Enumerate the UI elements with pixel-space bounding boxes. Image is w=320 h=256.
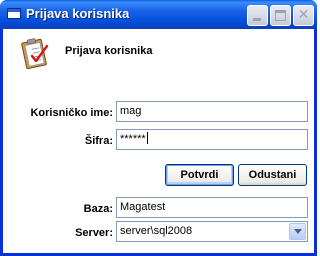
password-label: Šifra: <box>84 135 113 147</box>
database-label: Baza: <box>83 203 113 215</box>
minimize-icon <box>253 18 261 21</box>
dialog-body: Prijava korisnika Korisničko ime: mag Ši… <box>3 29 314 253</box>
dialog-heading: Prijava korisnika <box>65 45 153 57</box>
close-icon: ✕ <box>297 7 310 23</box>
server-label: Server: <box>75 227 113 239</box>
maximize-button[interactable] <box>270 5 291 26</box>
username-input[interactable]: mag <box>116 101 308 122</box>
database-input[interactable]: Magatest <box>116 197 308 218</box>
server-dropdown-button[interactable] <box>289 223 306 240</box>
close-button[interactable]: ✕ <box>293 5 314 26</box>
username-label: Korisničko ime: <box>30 107 113 119</box>
confirm-button[interactable]: Potvrdi <box>165 164 234 186</box>
password-value: ****** <box>120 133 146 145</box>
chevron-down-icon <box>294 229 302 234</box>
login-window: Prijava korisnika ✕ Prijava korisnika Ko… <box>0 0 317 256</box>
title-bar[interactable]: Prijava korisnika ✕ <box>0 0 317 29</box>
window-title: Prijava korisnika <box>26 6 130 21</box>
server-selected-value: server\sql2008 <box>120 225 193 237</box>
maximize-icon <box>275 10 286 21</box>
text-cursor <box>146 132 148 144</box>
cancel-button[interactable]: Odustani <box>238 164 307 186</box>
window-icon <box>7 8 21 19</box>
minimize-button[interactable] <box>247 5 268 26</box>
server-select[interactable]: server\sql2008 <box>116 221 308 242</box>
clipboard-checklist-icon <box>21 38 49 69</box>
password-input[interactable]: ****** <box>116 129 308 150</box>
